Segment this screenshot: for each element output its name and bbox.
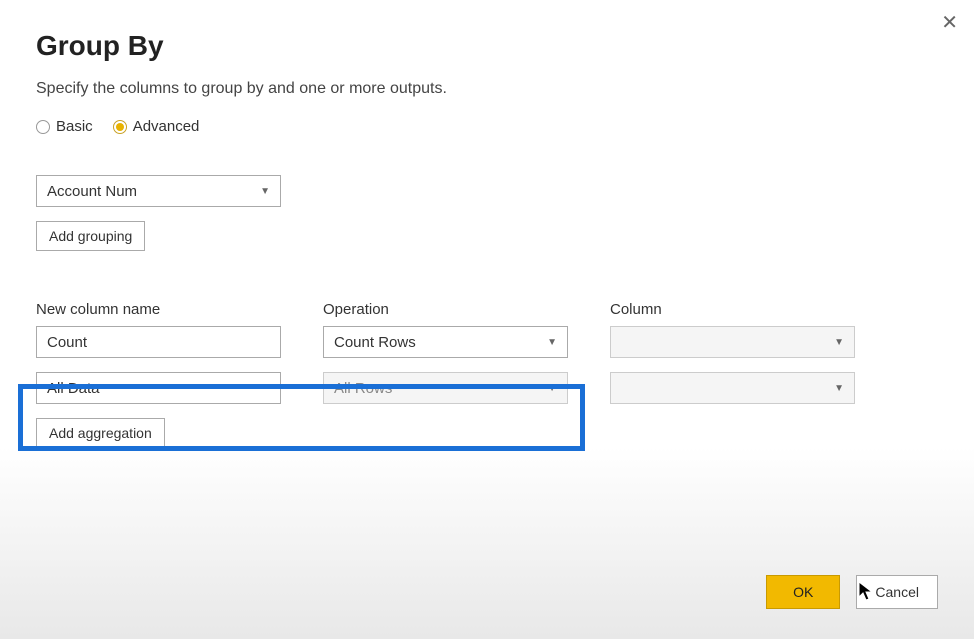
radio-inner-dot: [116, 123, 124, 131]
aggregation-row: All Rows ▼ ▼: [36, 372, 938, 404]
dialog-subtitle: Specify the columns to group by and one …: [36, 80, 938, 98]
dialog-footer: OK Cancel: [766, 575, 938, 609]
dialog-title: Group By: [36, 30, 938, 62]
chevron-down-icon: ▼: [834, 337, 844, 348]
column-select[interactable]: ▼: [610, 372, 855, 404]
close-button[interactable]: ✕: [941, 10, 958, 35]
column-select[interactable]: ▼: [610, 326, 855, 358]
operation-select[interactable]: Count Rows ▼: [323, 326, 568, 358]
aggregation-row: Count Rows ▼ ▼: [36, 326, 938, 358]
group-by-column-select[interactable]: Account Num ▼: [36, 175, 281, 207]
aggregation-headers: New column name Operation Column: [36, 301, 938, 318]
ok-button[interactable]: OK: [766, 575, 840, 609]
cancel-button[interactable]: Cancel: [856, 575, 938, 609]
header-column: Column: [610, 301, 855, 318]
radio-icon-unselected: [36, 120, 50, 134]
group-by-column-value: Account Num: [47, 183, 137, 200]
chevron-down-icon: ▼: [834, 383, 844, 394]
chevron-down-icon: ▼: [547, 383, 557, 394]
operation-value: All Rows: [334, 380, 392, 397]
header-operation: Operation: [323, 301, 568, 318]
operation-select[interactable]: All Rows ▼: [323, 372, 568, 404]
header-new-column: New column name: [36, 301, 281, 318]
mode-radio-group: Basic Advanced: [36, 118, 938, 135]
radio-advanced-label: Advanced: [133, 118, 200, 135]
add-aggregation-button[interactable]: Add aggregation: [36, 418, 165, 448]
chevron-down-icon: ▼: [260, 186, 270, 197]
radio-basic-label: Basic: [56, 118, 93, 135]
new-column-name-input[interactable]: [36, 326, 281, 358]
operation-value: Count Rows: [334, 334, 416, 351]
new-column-name-input[interactable]: [36, 372, 281, 404]
radio-icon-selected: [113, 120, 127, 134]
radio-advanced[interactable]: Advanced: [113, 118, 200, 135]
add-grouping-button[interactable]: Add grouping: [36, 221, 145, 251]
chevron-down-icon: ▼: [547, 337, 557, 348]
radio-basic[interactable]: Basic: [36, 118, 93, 135]
